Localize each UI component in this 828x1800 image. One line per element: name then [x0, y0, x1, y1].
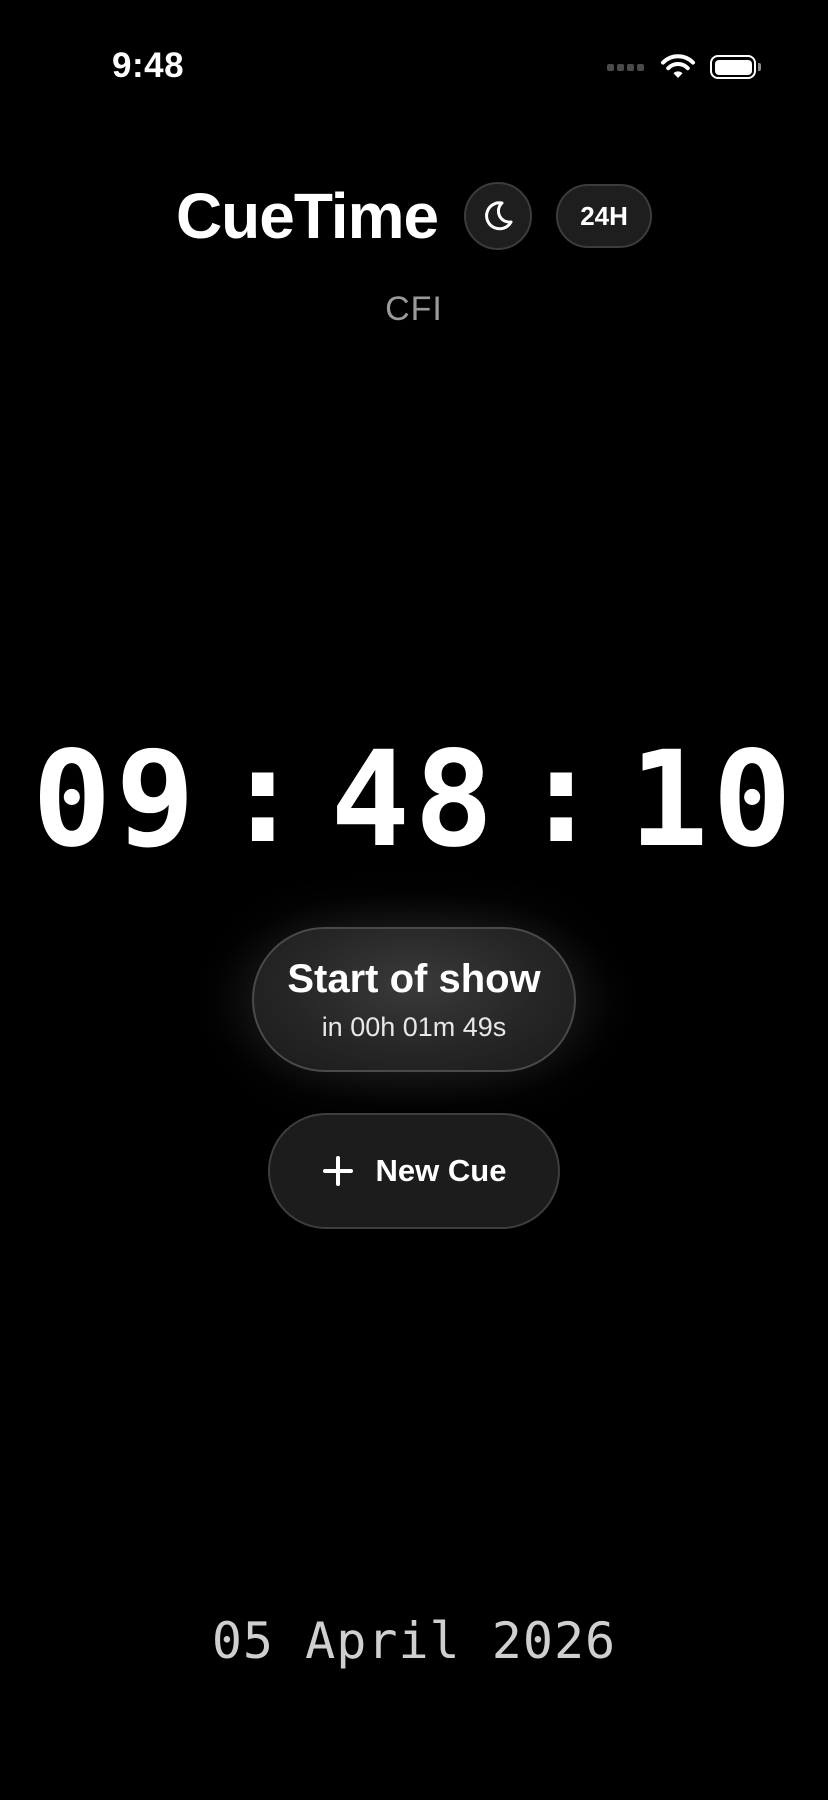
wifi-icon [661, 54, 695, 78]
battery-icon [710, 55, 761, 79]
theme-toggle-button[interactable] [464, 182, 533, 250]
cue-name: Start of show [287, 956, 541, 1001]
time-format-toggle-button[interactable]: 24H [556, 184, 653, 248]
header: CueTime 24H [0, 180, 828, 252]
new-cue-button[interactable]: New Cue [268, 1113, 560, 1229]
moon-icon [485, 201, 513, 231]
cellular-signal-icon [607, 63, 644, 71]
subtitle: CFI [385, 290, 443, 328]
clock-seconds: 10 [628, 723, 796, 877]
date-label: 05 April 2026 [211, 1612, 617, 1670]
new-cue-label: New Cue [375, 1153, 507, 1188]
app-title: CueTime [175, 180, 439, 252]
plus-icon [322, 1156, 353, 1186]
clock-hours: 09 [32, 723, 200, 877]
status-icons [607, 50, 761, 84]
status-time: 9:48 [112, 46, 185, 85]
next-cue-card[interactable]: Start of show in 00h 01m 49s [252, 927, 576, 1072]
main-clock: 09 : 48 : 10 [0, 721, 828, 877]
cue-countdown: in 00h 01m 49s [321, 1011, 507, 1042]
clock-minutes: 48 [330, 723, 498, 877]
clock-separator: : [223, 719, 307, 873]
clock-separator: : [521, 719, 605, 873]
